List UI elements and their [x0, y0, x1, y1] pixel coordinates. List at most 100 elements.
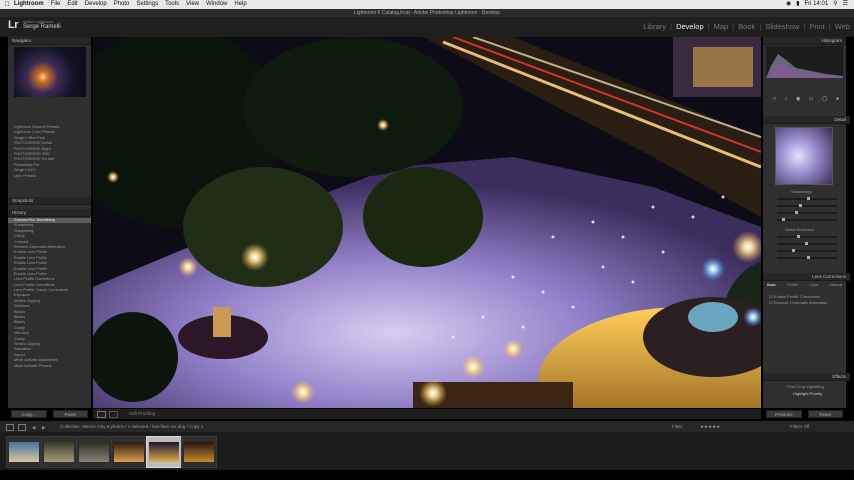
filmstrip-thumbnail[interactable]	[41, 436, 77, 468]
thumbnail-image	[44, 442, 74, 462]
thumbnail-image	[149, 442, 179, 462]
detail-header[interactable]: Detail	[763, 116, 850, 124]
graduated-filter-icon[interactable]: ▭	[809, 96, 814, 102]
bottom-bar	[0, 470, 854, 480]
snapshots-header[interactable]: Snapshots	[8, 197, 91, 205]
vignette-style-select[interactable]: Highlight Priority	[793, 391, 822, 396]
wifi-icon[interactable]: ◉	[786, 0, 791, 9]
filmstrip-header: ◀ ▶ Collection: Mexico City 6 photos / 1…	[0, 421, 854, 432]
remove-ca-checkbox[interactable]: ☑ Remove Chromatic Aberration	[769, 300, 827, 305]
module-develop[interactable]: Develop	[676, 22, 704, 31]
noise-label: Noise Reduction	[785, 227, 815, 232]
menu-photo[interactable]: Photo	[114, 0, 130, 9]
menu-app[interactable]: Lightroom	[14, 0, 44, 9]
color-nr-slider[interactable]	[777, 249, 837, 252]
thumbnail-image	[114, 442, 144, 462]
lens-corrections-header[interactable]: Lens Corrections	[763, 273, 850, 281]
filmstrip	[0, 432, 854, 470]
right-panel: Histogram □ ○ ◉ ▭ ◯ ● Detail Sharpening …	[763, 37, 850, 408]
left-panel-buttons: Copy... Paste	[8, 409, 91, 419]
filmstrip-thumbnail[interactable]	[76, 436, 112, 468]
histogram-graph	[766, 54, 843, 78]
menu-edit[interactable]: Edit	[67, 0, 77, 9]
filter-label: Filter:	[672, 424, 684, 429]
menu-develop[interactable]: Develop	[85, 0, 107, 9]
navigator-preview[interactable]	[14, 47, 86, 97]
sharpening-amount-slider[interactable]	[777, 197, 837, 200]
history-header[interactable]: History	[8, 209, 91, 217]
apple-icon[interactable]: 	[0, 0, 14, 9]
clock[interactable]: Fri 14:01	[805, 0, 829, 9]
module-web[interactable]: Web	[835, 22, 850, 31]
filmstrip-thumbnail[interactable]	[181, 436, 217, 468]
menu-view[interactable]: View	[186, 0, 199, 9]
effects-header[interactable]: Effects	[763, 373, 850, 381]
luminance-detail-slider[interactable]	[777, 242, 837, 245]
main-photo[interactable]	[93, 37, 761, 408]
lens-tab-color[interactable]: Color	[809, 283, 818, 287]
menu-settings[interactable]: Settings	[136, 0, 158, 9]
module-picker: Library | Develop | Map | Book | Slideshow | …	[643, 22, 850, 31]
sharpening-radius-slider[interactable]	[777, 204, 837, 207]
radial-filter-icon[interactable]: ◯	[822, 96, 828, 102]
module-map[interactable]: Map	[714, 22, 729, 31]
reset-button[interactable]: Reset	[807, 410, 843, 418]
history-item[interactable]: Mesh Activate Presets	[8, 364, 91, 369]
menu-tools[interactable]: Tools	[165, 0, 179, 9]
develop-toolbar: Soft Proofing	[93, 409, 761, 419]
history-list: Camera Pro: Something Sharpening Sharpenin…	[8, 218, 91, 369]
before-after-icon[interactable]	[109, 411, 118, 418]
window-title-bar: Lightroom 6 Catalog.lrcat - Adobe Photos…	[0, 9, 854, 17]
luminance-slider[interactable]	[777, 235, 837, 238]
module-print[interactable]: Print	[809, 22, 824, 31]
previous-button[interactable]: Previous	[766, 410, 802, 418]
lens-tab-manual[interactable]: Manual	[830, 283, 842, 287]
right-panel-buttons: Previous Reset	[763, 409, 846, 419]
filmstrip-source-info[interactable]: Collection: Mexico City 6 photos / 1 sel…	[60, 421, 203, 432]
menu-window[interactable]: Window	[206, 0, 227, 9]
soft-proofing-toggle[interactable]: Soft Proofing	[129, 409, 155, 419]
identity-line-2: Serge Ramelli	[23, 24, 61, 30]
remove-ca-label: Remove Chromatic Aberration	[773, 300, 828, 305]
menu-list-icon[interactable]: ☰	[843, 0, 848, 9]
module-library[interactable]: Library	[643, 22, 666, 31]
thumbnail-image	[184, 442, 214, 462]
filter-stars-icon[interactable]: ★★★★★	[700, 421, 720, 432]
lens-tab-basic[interactable]: Basic	[767, 283, 776, 287]
thumbnail-image	[9, 442, 39, 462]
loupe-view-icon[interactable]	[97, 411, 106, 418]
red-eye-icon[interactable]: ◉	[796, 96, 800, 102]
spot-removal-icon[interactable]: ○	[784, 96, 787, 102]
menu-help[interactable]: Help	[234, 0, 246, 9]
crop-icon[interactable]: □	[773, 96, 776, 102]
preset-folder-item[interactable]: User Presets	[8, 174, 91, 179]
paste-button[interactable]: Paste	[52, 410, 88, 418]
grid-view-icon[interactable]	[6, 424, 14, 431]
module-slideshow[interactable]: Slideshow	[765, 22, 799, 31]
left-panel: Navigator Lightroom General Presets Light…	[8, 37, 91, 408]
histogram-header[interactable]: Histogram	[763, 37, 846, 45]
mac-menu-bar:  Lightroom File Edit Develop Photo Sett…	[0, 0, 854, 9]
enable-profile-checkbox[interactable]: ☑ Enable Profile Corrections	[769, 294, 820, 299]
sharpening-label: Sharpening	[791, 189, 812, 194]
sharpening-detail-slider[interactable]	[777, 211, 837, 214]
sharpening-masking-slider[interactable]	[777, 218, 837, 221]
filter-select[interactable]: Filters Off	[790, 421, 809, 432]
color-detail-slider[interactable]	[777, 256, 837, 259]
thumbnail-image	[79, 442, 109, 462]
filmstrip-thumbnail[interactable]	[6, 436, 42, 468]
lens-tabs: Basic Profile Color Manual	[767, 283, 842, 287]
search-icon[interactable]: ⚲	[833, 0, 837, 9]
filmstrip-thumbnail[interactable]	[111, 436, 147, 468]
detail-zoom-preview[interactable]	[775, 127, 833, 185]
copy-button[interactable]: Copy...	[11, 410, 47, 418]
filmstrip-thumbnail[interactable]	[146, 436, 182, 468]
navigator-header[interactable]: Navigator	[8, 37, 91, 45]
menu-file[interactable]: File	[51, 0, 61, 9]
lens-tab-profile[interactable]: Profile	[787, 283, 798, 287]
module-book[interactable]: Book	[738, 22, 755, 31]
brush-icon[interactable]: ●	[836, 96, 839, 102]
enable-profile-label: Enable Profile Corrections	[773, 294, 821, 299]
second-window-icon[interactable]	[18, 424, 26, 431]
battery-icon[interactable]: ▮	[796, 0, 799, 9]
